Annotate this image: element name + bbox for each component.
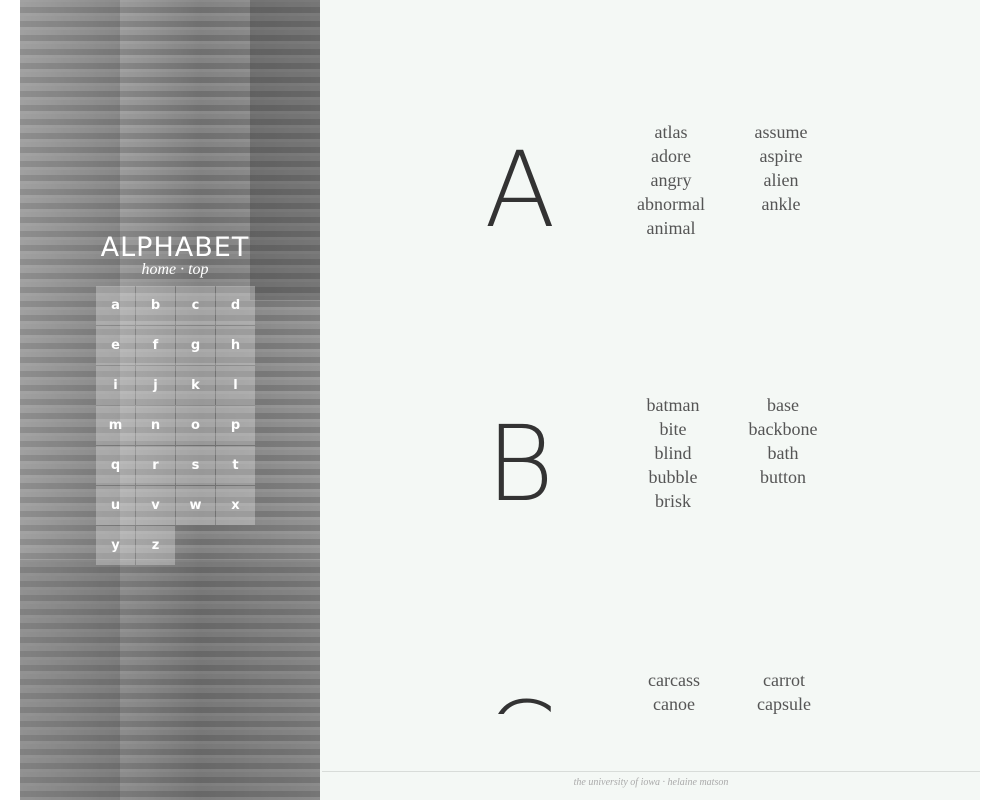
word-link[interactable]: bite xyxy=(618,417,728,441)
main-content: A atlas assume adore aspire angry alien … xyxy=(320,0,980,800)
letter-link-u[interactable]: u xyxy=(96,486,135,525)
letter-link-h[interactable]: h xyxy=(216,326,255,365)
letter-link-f[interactable]: f xyxy=(136,326,175,365)
sub-navigation: home · top xyxy=(20,261,320,279)
word-list: batman base bite backbone blind bath bub… xyxy=(618,393,838,513)
word-list: carcass carrot canoe capsule xyxy=(619,668,839,714)
word-list: atlas assume adore aspire angry alien ab… xyxy=(616,120,836,240)
letter-link-n[interactable]: n xyxy=(136,406,175,445)
section-letter: A xyxy=(484,129,556,251)
word-link[interactable]: alien xyxy=(726,168,836,192)
word-link[interactable]: assume xyxy=(726,120,836,144)
word-link[interactable]: button xyxy=(728,465,838,489)
section-letter: B xyxy=(485,403,555,525)
letter-link-o[interactable]: o xyxy=(176,406,215,445)
letter-link-p[interactable]: p xyxy=(216,406,255,445)
footer-credit: the university of iowa · helaine matson xyxy=(573,777,729,788)
letter-link-a[interactable]: a xyxy=(96,286,135,325)
word-link[interactable]: batman xyxy=(618,393,728,417)
letter-link-r[interactable]: r xyxy=(136,446,175,485)
word-link[interactable]: bath xyxy=(728,441,838,465)
footer-divider xyxy=(322,771,980,772)
word-link[interactable]: adore xyxy=(616,144,726,168)
word-link[interactable]: backbone xyxy=(728,417,838,441)
word-link[interactable]: aspire xyxy=(726,144,836,168)
section-letter: C xyxy=(480,680,560,714)
letter-link-w[interactable]: w xyxy=(176,486,215,525)
site-title: ALPHABET xyxy=(100,232,250,263)
word-link[interactable]: angry xyxy=(616,168,726,192)
letter-link-k[interactable]: k xyxy=(176,366,215,405)
word-link[interactable]: carrot xyxy=(729,668,839,692)
word-link[interactable]: abnormal xyxy=(616,192,726,216)
word-link[interactable]: base xyxy=(728,393,838,417)
nav-home-link[interactable]: home xyxy=(141,261,176,278)
letter-link-g[interactable]: g xyxy=(176,326,215,365)
nav-top-link[interactable]: top xyxy=(188,261,208,278)
word-link[interactable]: carcass xyxy=(619,668,729,692)
letter-link-m[interactable]: m xyxy=(96,406,135,445)
letter-link-t[interactable]: t xyxy=(216,446,255,485)
letter-link-q[interactable]: q xyxy=(96,446,135,485)
shelf-shadow xyxy=(20,560,320,800)
letter-link-c[interactable]: c xyxy=(176,286,215,325)
section-b: B batman base bite backbone blind bath b… xyxy=(320,384,980,544)
letter-link-j[interactable]: j xyxy=(136,366,175,405)
section-a: A atlas assume adore aspire angry alien … xyxy=(320,110,980,270)
letter-link-e[interactable]: e xyxy=(96,326,135,365)
letter-link-l[interactable]: l xyxy=(216,366,255,405)
letter-grid: abcd efgh ijkl mnop qrst uvwx yz xyxy=(96,286,256,565)
word-link[interactable]: animal xyxy=(616,216,726,240)
word-link[interactable]: atlas xyxy=(616,120,726,144)
word-link[interactable]: bubble xyxy=(618,465,728,489)
letter-link-b[interactable]: b xyxy=(136,286,175,325)
word-link[interactable]: ankle xyxy=(726,192,836,216)
letter-link-y[interactable]: y xyxy=(96,526,135,565)
letter-link-x[interactable]: x xyxy=(216,486,255,525)
letter-link-i[interactable]: i xyxy=(96,366,135,405)
section-c: C carcass carrot canoe capsule xyxy=(320,660,980,714)
word-link[interactable]: canoe xyxy=(619,692,729,714)
letter-link-z[interactable]: z xyxy=(136,526,175,565)
word-link[interactable]: capsule xyxy=(729,692,839,714)
nav-separator: · xyxy=(180,261,185,278)
letter-link-v[interactable]: v xyxy=(136,486,175,525)
sidebar: ALPHABET home · top abcdefghijklmnopqrst… xyxy=(20,0,320,800)
word-link[interactable]: brisk xyxy=(618,489,728,513)
word-link[interactable]: blind xyxy=(618,441,728,465)
letter-link-d[interactable]: d xyxy=(216,286,255,325)
letter-link-s[interactable]: s xyxy=(176,446,215,485)
